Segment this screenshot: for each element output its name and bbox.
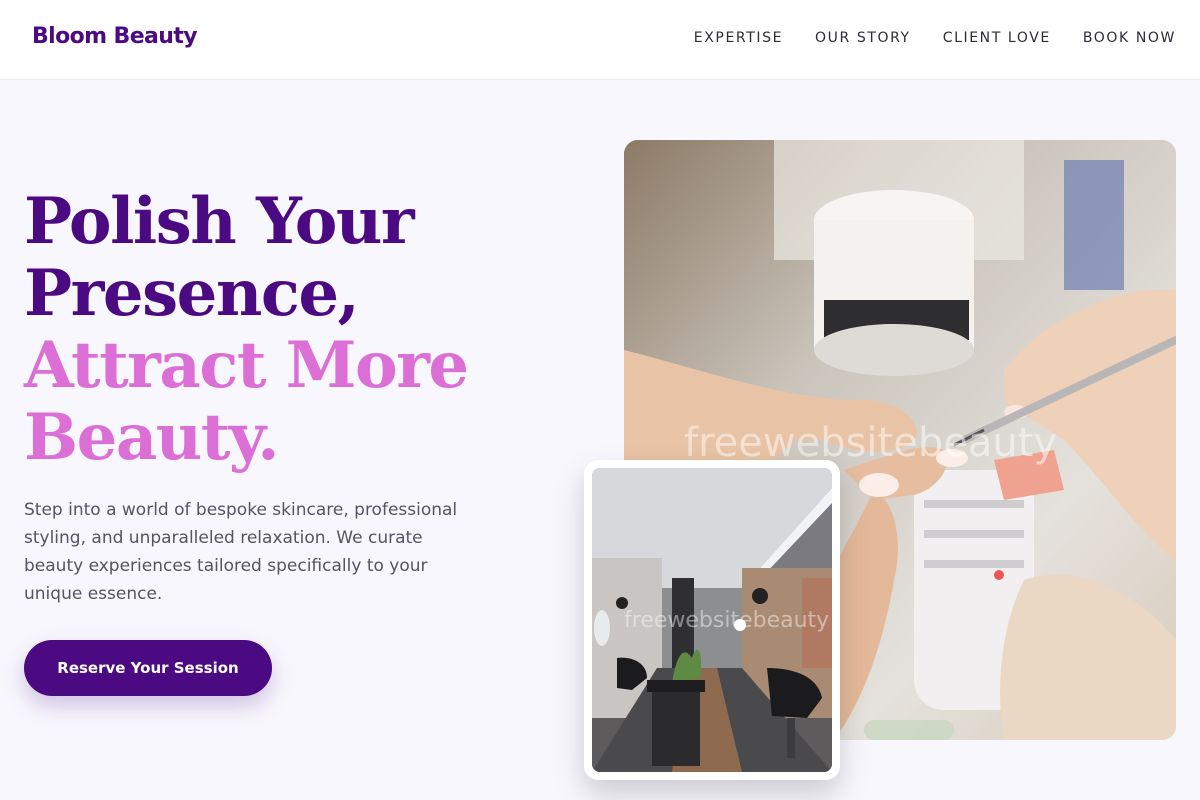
nav-link-client-love[interactable]: CLIENT LOVE xyxy=(943,30,1051,46)
main-nav: EXPERTISE OUR STORY CLIENT LOVE BOOK NOW xyxy=(694,30,1176,46)
nav-link-expertise[interactable]: EXPERTISE xyxy=(694,30,783,46)
salon-interior-photo: freewebsitebeauty xyxy=(592,468,832,772)
hero-heading: Polish Your Presence, Attract More Beaut… xyxy=(24,184,469,475)
hero-heading-line-2: Presence, xyxy=(24,256,360,331)
hero-heading-line-3: Attract More xyxy=(24,328,469,403)
inset-photo-watermark: freewebsitebeauty xyxy=(624,608,830,633)
top-navigation-bar: Bloom Beauty EXPERTISE OUR STORY CLIENT … xyxy=(0,0,1200,80)
hero-heading-line-1: Polish Your xyxy=(24,184,415,259)
reserve-session-button[interactable]: Reserve Your Session xyxy=(24,640,272,696)
hero-description: Step into a world of bespoke skincare, p… xyxy=(24,500,458,604)
hero-heading-line-4: Beauty. xyxy=(24,400,279,475)
nav-link-book-now[interactable]: BOOK NOW xyxy=(1083,30,1176,46)
nav-link-our-story[interactable]: OUR STORY xyxy=(815,30,911,46)
salon-photo-card: freewebsitebeauty xyxy=(584,460,840,780)
brand-logo[interactable]: Bloom Beauty xyxy=(32,24,198,49)
